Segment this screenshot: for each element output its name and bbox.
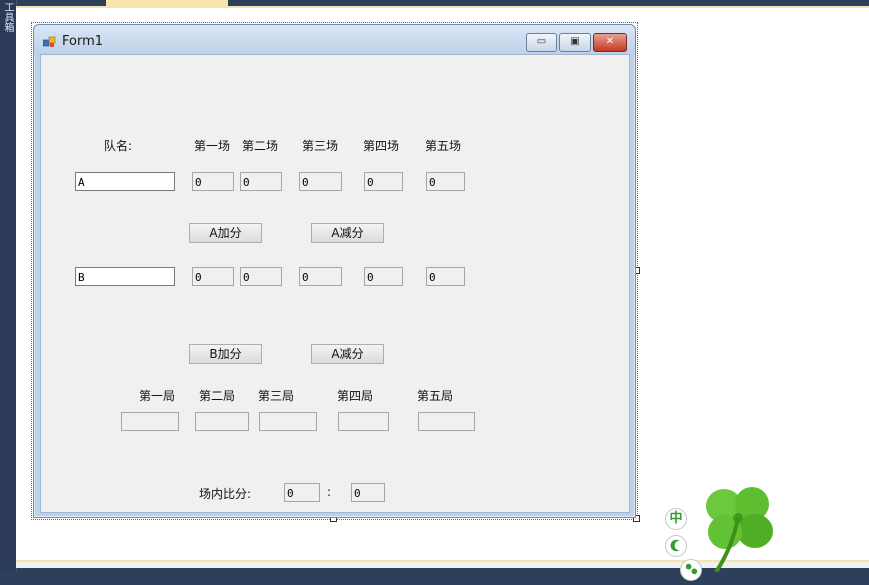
form-app-icon	[43, 36, 56, 47]
team-b-add-point-button[interactable]: B加分	[189, 344, 262, 364]
maximize-button[interactable]: ▣	[559, 33, 591, 52]
match-score-separator: :	[327, 485, 332, 499]
team-a-add-point-button[interactable]: A加分	[189, 223, 262, 243]
clover-mascot-icon[interactable]	[680, 474, 800, 572]
team-a-name-field[interactable]: A	[75, 172, 175, 191]
team-b-game-3-score[interactable]: 0	[299, 267, 342, 286]
set-1-field[interactable]	[121, 412, 179, 431]
team-a-game-1-score[interactable]: 0	[192, 172, 234, 191]
form-client-area: 队名: 第一场 第二场 第三场 第四场 第五场 A 0 0 0 0 0 A加分 …	[40, 54, 630, 513]
game-5-label: 第五场	[425, 139, 462, 153]
team-b-game-1-score[interactable]: 0	[192, 267, 234, 286]
team-b-name-field[interactable]: B	[75, 267, 175, 286]
set-4-label: 第四局	[337, 389, 374, 403]
game-1-label: 第一场	[194, 139, 231, 153]
set-4-field[interactable]	[338, 412, 389, 431]
set-5-field[interactable]	[418, 412, 475, 431]
team-b-subtract-point-button[interactable]: A减分	[311, 344, 384, 364]
team-b-game-5-score[interactable]: 0	[426, 267, 465, 286]
team-a-game-3-score[interactable]: 0	[299, 172, 342, 191]
window-title: Form1	[62, 34, 104, 49]
form-window[interactable]: Form1 ▭ ▣ ✕ 队名: 第一场 第二场 第三场 第四场 第五场 A 0 …	[33, 24, 636, 518]
team-a-game-4-score[interactable]: 0	[364, 172, 403, 191]
half-width-icon[interactable]	[665, 535, 687, 557]
team-name-label: 队名:	[104, 139, 133, 153]
game-4-label: 第四场	[363, 139, 400, 153]
team-a-subtract-point-button[interactable]: A减分	[311, 223, 384, 243]
match-score-left-field[interactable]: 0	[284, 483, 320, 502]
minimize-button[interactable]: ▭	[526, 33, 557, 52]
set-3-field[interactable]	[259, 412, 317, 431]
match-score-label: 场内比分:	[199, 487, 252, 501]
game-3-label: 第三场	[302, 139, 339, 153]
game-2-label: 第二场	[242, 139, 279, 153]
close-button[interactable]: ✕	[593, 33, 627, 52]
set-5-label: 第五局	[417, 389, 454, 403]
set-2-label: 第二局	[199, 389, 236, 403]
team-b-game-2-score[interactable]: 0	[240, 267, 282, 286]
set-2-field[interactable]	[195, 412, 249, 431]
team-a-game-5-score[interactable]: 0	[426, 172, 465, 191]
set-1-label: 第一局	[139, 389, 176, 403]
ime-mode-button[interactable]: 中	[665, 508, 687, 530]
toolbox-label[interactable]: 工具箱	[1, 2, 13, 32]
set-3-label: 第三局	[258, 389, 295, 403]
title-bar[interactable]: Form1 ▭ ▣ ✕	[34, 25, 635, 55]
ime-settings-icon[interactable]	[680, 559, 702, 581]
toolbox-strip[interactable]: 工具箱	[0, 0, 17, 572]
match-score-right-field[interactable]: 0	[351, 483, 385, 502]
team-b-game-4-score[interactable]: 0	[364, 267, 403, 286]
document-tab-strip	[106, 0, 228, 6]
team-a-game-2-score[interactable]: 0	[240, 172, 282, 191]
